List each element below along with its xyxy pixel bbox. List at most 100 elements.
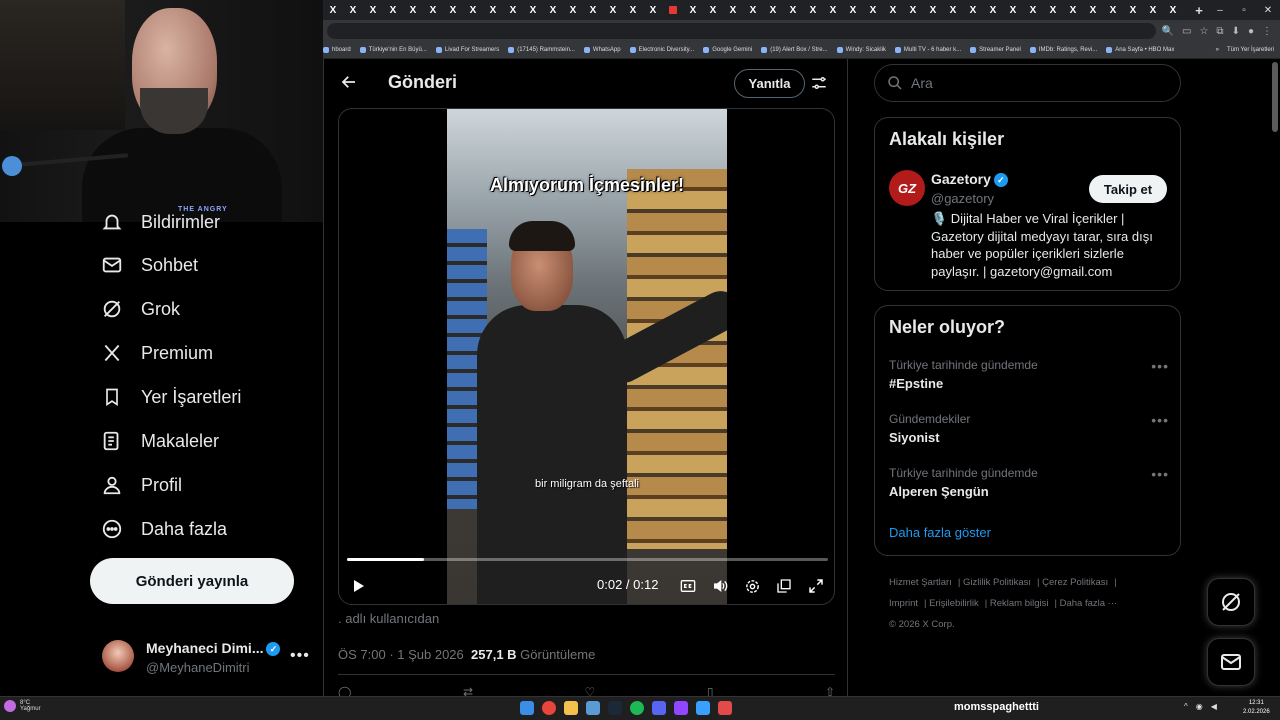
tray-volume-icon[interactable]: ◀ [1211,702,1217,711]
nav-item-more[interactable]: Daha fazla [100,514,227,544]
browser-tab[interactable]: X [703,0,723,20]
app-icon[interactable] [696,701,710,715]
settings-gear-icon[interactable] [741,575,763,597]
video-attribution[interactable]: . adlı kullanıcıdan [338,611,439,626]
browser-tab[interactable]: X [1123,0,1143,20]
related-account-name[interactable]: Gazetory ✓ [931,171,1008,188]
post-time[interactable]: ÖS 7:00 [338,647,386,662]
browser-tab[interactable]: X [323,0,343,20]
browser-tab[interactable]: X [423,0,443,20]
app-icon[interactable] [718,701,732,715]
browser-tab[interactable]: X [583,0,603,20]
bookmark-item[interactable]: Türkiye'nin En Büyü... [359,47,427,53]
bookmark-item[interactable]: Windy: Sicaklik [836,47,886,53]
nav-item-chat[interactable]: Sohbet [100,250,198,280]
browser-tab[interactable]: X [723,0,743,20]
browser-tab[interactable]: X [623,0,643,20]
browser-tab[interactable]: X [363,0,383,20]
footer-link[interactable]: Daha fazla ··· [1060,598,1118,609]
browser-tab[interactable]: X [383,0,403,20]
browser-tab[interactable]: X [1083,0,1103,20]
app-icon[interactable] [586,701,600,715]
browser-tab[interactable]: X [843,0,863,20]
back-arrow-icon[interactable] [338,71,360,93]
browser-tab[interactable]: X [743,0,763,20]
captions-icon[interactable] [677,575,699,597]
footer-link[interactable]: Çerez Politikası [1042,577,1108,588]
tray-network-icon[interactable]: ◉ [1196,702,1203,711]
nav-item-grok[interactable]: Grok [100,294,180,324]
bookmark-item[interactable]: Google Gemini [703,47,752,53]
search-input[interactable] [911,75,1151,91]
browser-tab[interactable]: X [903,0,923,20]
bookmark-item[interactable]: Tüm Yer İşaretleri [1227,47,1274,53]
fullscreen-icon[interactable] [805,575,827,597]
trend-more-icon[interactable]: ••• [1151,358,1169,374]
profile-icon[interactable]: ● [1248,26,1254,37]
footer-link[interactable]: Imprint [889,598,918,609]
bookmark-item[interactable]: » [1216,47,1219,53]
gazetory-avatar[interactable]: GZ [889,170,925,206]
trend-more-icon[interactable]: ••• [1151,466,1169,482]
new-tab-button[interactable]: + [1189,0,1209,20]
taskbar-clock[interactable]: 12:31 2.02.2026 [1243,699,1270,717]
bookmark-item[interactable]: Multi TV - 6 haber k... [894,47,961,53]
browser-tab[interactable]: X [443,0,463,20]
footer-link[interactable]: Gizlilik Politikası [963,577,1031,588]
like-icon[interactable]: ♡ [585,685,596,696]
download-icon[interactable]: ⬇ [1232,26,1240,37]
browser-tab[interactable]: X [643,0,663,20]
browser-tab[interactable]: X [803,0,823,20]
browser-tab[interactable]: X [403,0,423,20]
maximize-button[interactable]: ▫ [1232,5,1256,16]
reply-button[interactable]: Yanıtla [734,69,805,98]
browser-tab[interactable]: X [483,0,503,20]
browser-tab[interactable]: X [1023,0,1043,20]
browser-tab[interactable]: X [463,0,483,20]
browser-tab[interactable]: X [503,0,523,20]
follow-button[interactable]: Takip et [1089,175,1167,203]
show-more-link[interactable]: Daha fazla göster [889,525,991,540]
account-switcher[interactable]: Meyhaneci Dimi... ✓ @MeyhaneDimitri ••• [100,632,310,678]
url-field[interactable] [327,23,1156,39]
cast-icon[interactable]: ▭ [1182,26,1191,37]
video-progress-bar[interactable] [347,558,828,561]
browser-tab[interactable]: X [983,0,1003,20]
browser-tab[interactable]: X [1063,0,1083,20]
browser-tab[interactable]: X [783,0,803,20]
weather-widget[interactable]: 8°C Yağmur [4,700,41,712]
browser-tab[interactable]: X [343,0,363,20]
trend-more-icon[interactable]: ••• [1151,412,1169,428]
windows-start-icon[interactable] [520,701,534,715]
browser-tab[interactable]: X [1163,0,1183,20]
bookmark-item[interactable]: (19) Alert Box / Stre... [761,47,828,53]
browser-tab[interactable]: X [1043,0,1063,20]
bookmark-item[interactable]: Electronic Diversity... [629,47,694,53]
account-more-icon[interactable]: ••• [290,647,310,665]
minimize-button[interactable]: – [1208,5,1232,16]
chrome-icon[interactable] [542,701,556,715]
browser-tab[interactable] [663,0,683,20]
nav-item-bookmarks[interactable]: Yer İşaretleri [100,382,241,412]
zoom-icon[interactable]: 🔍 [1162,26,1174,37]
discord-icon[interactable] [652,701,666,715]
page-scrollbar[interactable] [1272,62,1278,132]
reply-icon[interactable]: ◯ [338,685,351,696]
browser-tab[interactable]: X [1103,0,1123,20]
bookmark-item[interactable]: hboard [323,47,351,53]
post-date[interactable]: 1 Şub 2026 [397,647,464,662]
footer-link[interactable]: Hizmet Şartları [889,577,952,588]
volume-icon[interactable] [709,575,731,597]
footer-link[interactable]: Reklam bilgisi [990,598,1049,609]
browser-tab[interactable]: X [603,0,623,20]
footer-link[interactable]: Erişilebilirlik [929,598,979,609]
bookmark-item[interactable]: Ana Sayfa • HBO Max [1106,47,1174,53]
repost-icon[interactable]: ⇄ [463,685,473,696]
extensions-icon[interactable]: ⧉ [1216,26,1223,37]
bookmark-item[interactable]: (17145) Rammstein... [508,47,575,53]
post-button[interactable]: Gönderi yayınla [90,558,294,604]
related-account-handle[interactable]: @gazetory [931,191,994,206]
spotify-icon[interactable] [630,701,644,715]
browser-tab[interactable]: X [823,0,843,20]
browser-tab[interactable]: X [923,0,943,20]
